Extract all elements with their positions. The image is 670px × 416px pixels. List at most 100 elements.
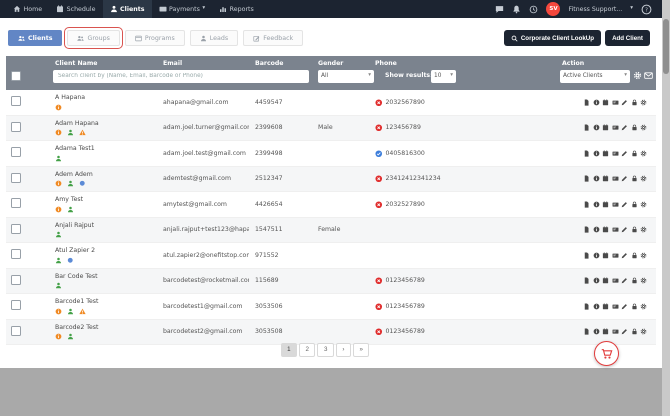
info-action-icon[interactable] [593, 99, 600, 106]
info-action-icon[interactable] [593, 150, 600, 157]
card-lines-action-icon[interactable] [612, 277, 619, 284]
card-lines-action-icon[interactable] [612, 175, 619, 182]
row-checkbox[interactable] [11, 275, 21, 285]
file-action-icon[interactable] [583, 303, 590, 310]
row-checkbox[interactable] [11, 224, 21, 234]
gear-action-icon[interactable] [640, 99, 647, 106]
gear-action-icon[interactable] [640, 201, 647, 208]
row-checkbox[interactable] [11, 147, 21, 157]
lock-action-icon[interactable] [631, 99, 638, 106]
info-action-icon[interactable] [593, 226, 600, 233]
lock-action-icon[interactable] [631, 226, 638, 233]
nav-item-reports[interactable]: Reports [212, 0, 261, 18]
page-button-1[interactable]: 1 [281, 343, 297, 357]
nav-item-clients[interactable]: Clients [103, 0, 152, 18]
clock-icon[interactable] [529, 5, 538, 14]
avatar[interactable]: SV [546, 2, 560, 16]
lock-action-icon[interactable] [631, 175, 638, 182]
corporate-client-lookup-button[interactable]: Corporate Client LookUp [504, 30, 601, 46]
row-checkbox[interactable] [11, 326, 21, 336]
pencil-action-icon[interactable] [621, 201, 628, 208]
info-action-icon[interactable] [593, 175, 600, 182]
help-icon[interactable]: ? [641, 4, 652, 15]
card-lines-action-icon[interactable] [612, 201, 619, 208]
nav-item-home[interactable]: Home [6, 0, 49, 18]
card-lines-action-icon[interactable] [612, 150, 619, 157]
pencil-action-icon[interactable] [621, 150, 628, 157]
file-action-icon[interactable] [583, 277, 590, 284]
gear-action-icon[interactable] [640, 124, 647, 131]
cart-fab-button[interactable] [594, 341, 619, 366]
gear-action-icon[interactable] [640, 303, 647, 310]
info-action-icon[interactable] [593, 201, 600, 208]
card-lines-action-icon[interactable] [612, 99, 619, 106]
lock-action-icon[interactable] [631, 201, 638, 208]
file-action-icon[interactable] [583, 150, 590, 157]
row-checkbox[interactable] [11, 173, 21, 183]
calendar-action-icon[interactable] [602, 175, 609, 182]
file-action-icon[interactable] [583, 99, 590, 106]
gear-action-icon[interactable] [640, 150, 647, 157]
card-lines-action-icon[interactable] [612, 328, 619, 335]
calendar-action-icon[interactable] [602, 226, 609, 233]
lock-action-icon[interactable] [631, 328, 638, 335]
pencil-action-icon[interactable] [621, 328, 628, 335]
pencil-action-icon[interactable] [621, 124, 628, 131]
row-checkbox[interactable] [11, 96, 21, 106]
bell-icon[interactable] [512, 5, 521, 14]
show-results-select[interactable]: 10 ▾ [431, 70, 456, 83]
lock-action-icon[interactable] [631, 303, 638, 310]
page-last-button[interactable]: » [353, 343, 369, 357]
pencil-action-icon[interactable] [621, 303, 628, 310]
pencil-action-icon[interactable] [621, 99, 628, 106]
lock-action-icon[interactable] [631, 150, 638, 157]
search-input[interactable] [53, 70, 309, 83]
chat-icon[interactable] [495, 5, 504, 14]
scrollbar-thumb[interactable] [663, 19, 669, 74]
page-button-2[interactable]: 2 [299, 343, 315, 357]
file-action-icon[interactable] [583, 328, 590, 335]
info-action-icon[interactable] [593, 303, 600, 310]
gear-action-icon[interactable] [640, 226, 647, 233]
calendar-action-icon[interactable] [602, 201, 609, 208]
row-checkbox[interactable] [11, 198, 21, 208]
file-action-icon[interactable] [583, 226, 590, 233]
calendar-action-icon[interactable] [602, 99, 609, 106]
client-status-select[interactable]: Active Clients ▾ [560, 70, 630, 83]
calendar-action-icon[interactable] [602, 150, 609, 157]
info-action-icon[interactable] [593, 277, 600, 284]
tab-leads[interactable]: Leads [190, 30, 238, 46]
calendar-action-icon[interactable] [602, 124, 609, 131]
settings-gear-icon[interactable] [633, 71, 642, 80]
gear-action-icon[interactable] [640, 252, 647, 259]
calendar-action-icon[interactable] [602, 328, 609, 335]
tab-clients[interactable]: Clients [8, 30, 62, 46]
pencil-action-icon[interactable] [621, 277, 628, 284]
email-envelope-icon[interactable] [644, 71, 653, 80]
lock-action-icon[interactable] [631, 124, 638, 131]
nav-item-payments[interactable]: Payments▾ [152, 0, 213, 18]
gear-action-icon[interactable] [640, 277, 647, 284]
tab-feedback[interactable]: Feedback [243, 30, 303, 46]
page-button-3[interactable]: 3 [317, 343, 333, 357]
tab-programs[interactable]: Programs [125, 30, 185, 46]
info-action-icon[interactable] [593, 252, 600, 259]
info-action-icon[interactable] [593, 124, 600, 131]
gear-action-icon[interactable] [640, 175, 647, 182]
row-checkbox[interactable] [11, 122, 21, 132]
file-action-icon[interactable] [583, 201, 590, 208]
file-action-icon[interactable] [583, 252, 590, 259]
pencil-action-icon[interactable] [621, 226, 628, 233]
calendar-action-icon[interactable] [602, 252, 609, 259]
gender-filter-select[interactable]: All ▾ [318, 70, 374, 83]
gear-action-icon[interactable] [640, 328, 647, 335]
card-lines-action-icon[interactable] [612, 226, 619, 233]
nav-item-schedule[interactable]: Schedule [49, 0, 102, 18]
page-next-button[interactable]: › [336, 343, 351, 357]
lock-action-icon[interactable] [631, 277, 638, 284]
pencil-action-icon[interactable] [621, 175, 628, 182]
pencil-action-icon[interactable] [621, 252, 628, 259]
user-name[interactable]: Fitness Support... [568, 6, 622, 13]
row-checkbox[interactable] [11, 249, 21, 259]
calendar-action-icon[interactable] [602, 303, 609, 310]
